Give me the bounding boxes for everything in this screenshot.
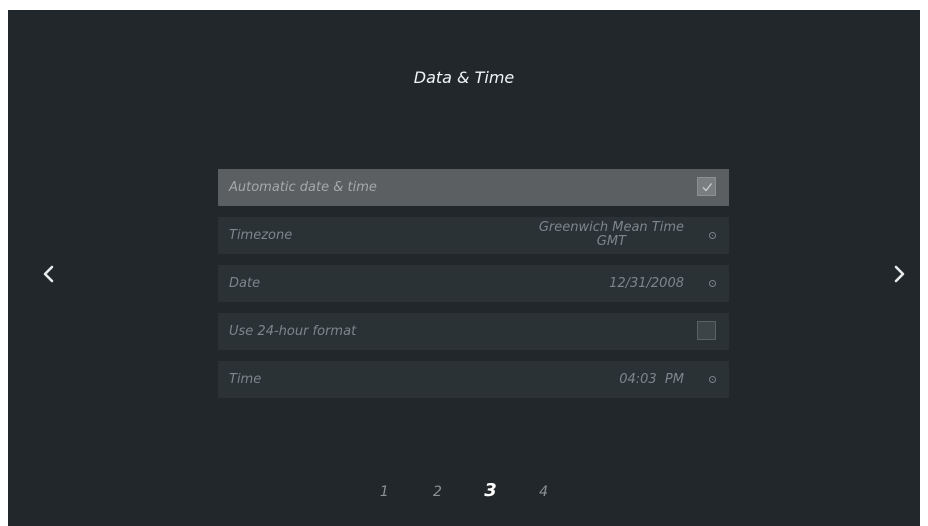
page-3-button[interactable]: 3	[467, 480, 515, 501]
setting-timezone[interactable]: Timezone Greenwich Mean Time GMT	[218, 217, 729, 254]
next-page-button[interactable]	[890, 262, 908, 286]
setting-automatic-date-time[interactable]: Automatic date & time	[218, 169, 729, 206]
chevron-right-icon	[894, 265, 905, 283]
setting-label: Time	[229, 372, 262, 387]
settings-screen: Data & Time Automatic date & time Timezo…	[8, 10, 920, 526]
timezone-name: Greenwich Mean Time	[538, 220, 684, 235]
timezone-abbr: GMT	[596, 234, 627, 249]
date-value: 12/31/2008	[609, 276, 684, 291]
timezone-value: Greenwich Mean Time GMT	[539, 221, 684, 249]
setting-label: Timezone	[229, 228, 293, 243]
setting-label: Use 24-hour format	[229, 324, 357, 339]
time-value: 04:03 PM	[619, 372, 684, 387]
checkmark-icon	[702, 183, 713, 192]
24-hour-format-checkbox[interactable]	[697, 321, 716, 340]
page-1-button[interactable]: 1	[360, 484, 408, 500]
setting-24-hour-format[interactable]: Use 24-hour format	[218, 313, 729, 350]
setting-label: Automatic date & time	[229, 180, 377, 195]
dot-icon	[709, 232, 716, 239]
dot-icon	[709, 280, 716, 287]
setting-label: Date	[229, 276, 261, 291]
automatic-date-time-checkbox[interactable]	[697, 177, 716, 196]
dot-icon	[709, 376, 716, 383]
chevron-left-icon	[43, 265, 54, 283]
setting-time[interactable]: Time 04:03 PM	[218, 361, 729, 398]
page-4-button[interactable]: 4	[520, 484, 568, 500]
page-title: Data & Time	[413, 68, 515, 87]
pagination: 1 2 3 4	[8, 480, 920, 501]
previous-page-button[interactable]	[40, 262, 58, 286]
settings-list: Automatic date & time Timezone Greenwich…	[218, 169, 729, 409]
page-2-button[interactable]: 2	[413, 484, 461, 500]
setting-date[interactable]: Date 12/31/2008	[218, 265, 729, 302]
